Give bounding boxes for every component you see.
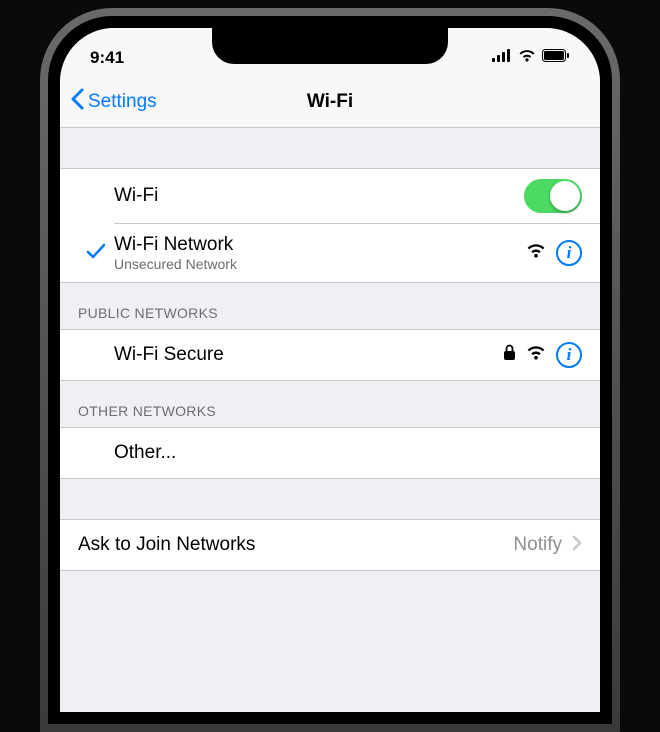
phone-frame: 9:41 Set bbox=[40, 8, 620, 732]
back-label: Settings bbox=[88, 91, 157, 113]
status-time: 9:41 bbox=[90, 48, 124, 68]
phone-bezel: 9:41 Set bbox=[48, 16, 612, 724]
connected-network-name: Wi-Fi Network bbox=[114, 234, 526, 256]
ask-to-join-value: Notify bbox=[513, 534, 562, 556]
cellular-icon bbox=[492, 49, 512, 67]
nav-bar: Settings Wi-Fi bbox=[60, 76, 600, 128]
other-networks-header: OTHER NETWORKS bbox=[60, 381, 600, 427]
chevron-right-icon bbox=[572, 535, 582, 556]
public-networks-header: PUBLIC NETWORKS bbox=[60, 283, 600, 329]
toggle-knob bbox=[550, 181, 580, 211]
screen: 9:41 Set bbox=[60, 28, 600, 712]
chevron-left-icon bbox=[70, 88, 84, 116]
other-label: Other... bbox=[114, 442, 582, 464]
wifi-signal-icon bbox=[526, 243, 546, 263]
back-button[interactable]: Settings bbox=[60, 88, 157, 116]
wifi-group: Wi-Fi bbox=[60, 168, 600, 283]
wifi-signal-icon bbox=[526, 345, 546, 365]
public-network-name: Wi-Fi Secure bbox=[114, 344, 503, 366]
wifi-toggle-row[interactable]: Wi-Fi bbox=[60, 168, 600, 223]
ask-to-join-row[interactable]: Ask to Join Networks Notify bbox=[60, 519, 600, 571]
battery-icon bbox=[542, 49, 570, 67]
public-network-row[interactable]: Wi-Fi Secure i bbox=[60, 329, 600, 381]
spacer bbox=[60, 479, 600, 519]
wifi-icon bbox=[518, 49, 536, 67]
checkmark-icon bbox=[86, 242, 106, 265]
spacer bbox=[60, 128, 600, 168]
connected-network-row[interactable]: Wi-Fi Network Unsecured Network i bbox=[60, 224, 600, 283]
status-icons bbox=[492, 49, 570, 67]
connected-network-subtitle: Unsecured Network bbox=[114, 256, 526, 272]
notch bbox=[212, 28, 448, 64]
info-icon[interactable]: i bbox=[556, 342, 582, 368]
wifi-toggle-switch[interactable] bbox=[524, 179, 582, 213]
other-network-row[interactable]: Other... bbox=[60, 427, 600, 479]
wifi-toggle-label: Wi-Fi bbox=[114, 185, 524, 207]
content: Wi-Fi bbox=[60, 128, 600, 571]
ask-to-join-label: Ask to Join Networks bbox=[78, 534, 513, 556]
info-icon[interactable]: i bbox=[556, 240, 582, 266]
lock-icon bbox=[503, 344, 516, 366]
